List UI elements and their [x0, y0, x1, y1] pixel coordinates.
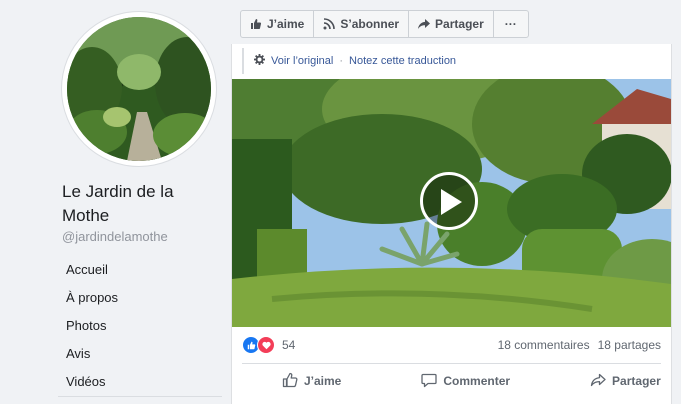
page-like-button[interactable]: J’aime	[241, 11, 315, 37]
page-sidebar: Le Jardin de la Mothe @jardindelamothe A…	[0, 0, 230, 401]
profile-picture[interactable]	[67, 17, 211, 161]
more-options-button[interactable]: ···	[494, 11, 528, 37]
share-arrow-icon	[418, 18, 431, 30]
video-player[interactable]	[232, 79, 671, 327]
rss-icon	[323, 18, 336, 30]
rate-translation-link[interactable]: Notez cette traduction	[349, 55, 456, 67]
thumbs-up-icon	[250, 18, 262, 30]
translation-bar: Voir l’original · Notez cette traduction	[242, 48, 681, 74]
post-like-button[interactable]: J’aime	[242, 372, 381, 391]
reactions-summary[interactable]: 54	[242, 336, 295, 354]
play-button[interactable]	[420, 172, 478, 230]
see-original-link[interactable]: Voir l’original	[271, 55, 333, 67]
gear-icon[interactable]	[254, 54, 265, 68]
comment-button[interactable]: Commenter	[381, 372, 550, 391]
more-dots-icon: ···	[504, 17, 517, 31]
page-action-bar: J’aime S’abonner Partager ···	[240, 10, 529, 38]
page-title[interactable]: Le Jardin de la Mothe	[62, 180, 222, 228]
nav-item-videos[interactable]: Vidéos	[58, 368, 222, 396]
page-share-label: Partager	[435, 17, 484, 31]
thumbs-up-outline-icon	[282, 372, 298, 391]
nav-item-home[interactable]: Accueil	[58, 256, 222, 284]
shares-count-link[interactable]: 18 partages	[598, 338, 661, 352]
profile-picture-frame[interactable]	[62, 12, 216, 166]
page-navigation: Accueil À propos Photos Avis Vidéos	[58, 256, 222, 396]
page-share-button[interactable]: Partager	[409, 11, 494, 37]
page-like-label: J’aime	[267, 17, 305, 31]
post-stats: 54 18 commentaires 18 partages	[242, 335, 661, 355]
speech-bubble-icon	[421, 372, 438, 391]
nav-item-reviews[interactable]: Avis	[58, 340, 222, 368]
subscribe-label: S’abonner	[340, 17, 400, 31]
nav-divider	[58, 396, 222, 397]
reaction-count: 54	[282, 338, 296, 352]
separator-dot: ·	[339, 55, 344, 67]
comment-label: Commenter	[443, 374, 511, 388]
subscribe-button[interactable]: S’abonner	[314, 11, 410, 37]
nav-item-about[interactable]: À propos	[58, 284, 222, 312]
post-actions-divider	[242, 363, 661, 364]
love-reaction-icon	[257, 336, 275, 354]
post-share-label: Partager	[612, 374, 661, 388]
comments-count-link[interactable]: 18 commentaires	[498, 338, 590, 352]
post-actions: J’aime Commenter Partager	[242, 368, 661, 394]
share-arrow-outline-icon	[590, 372, 606, 391]
nav-item-photos[interactable]: Photos	[58, 312, 222, 340]
post-like-label: J’aime	[304, 374, 342, 388]
post-card: Voir l’original · Notez cette traduction	[231, 44, 672, 404]
post-share-button[interactable]: Partager	[550, 372, 681, 391]
page-username: @jardindelamothe	[62, 229, 168, 244]
play-icon	[441, 189, 462, 215]
